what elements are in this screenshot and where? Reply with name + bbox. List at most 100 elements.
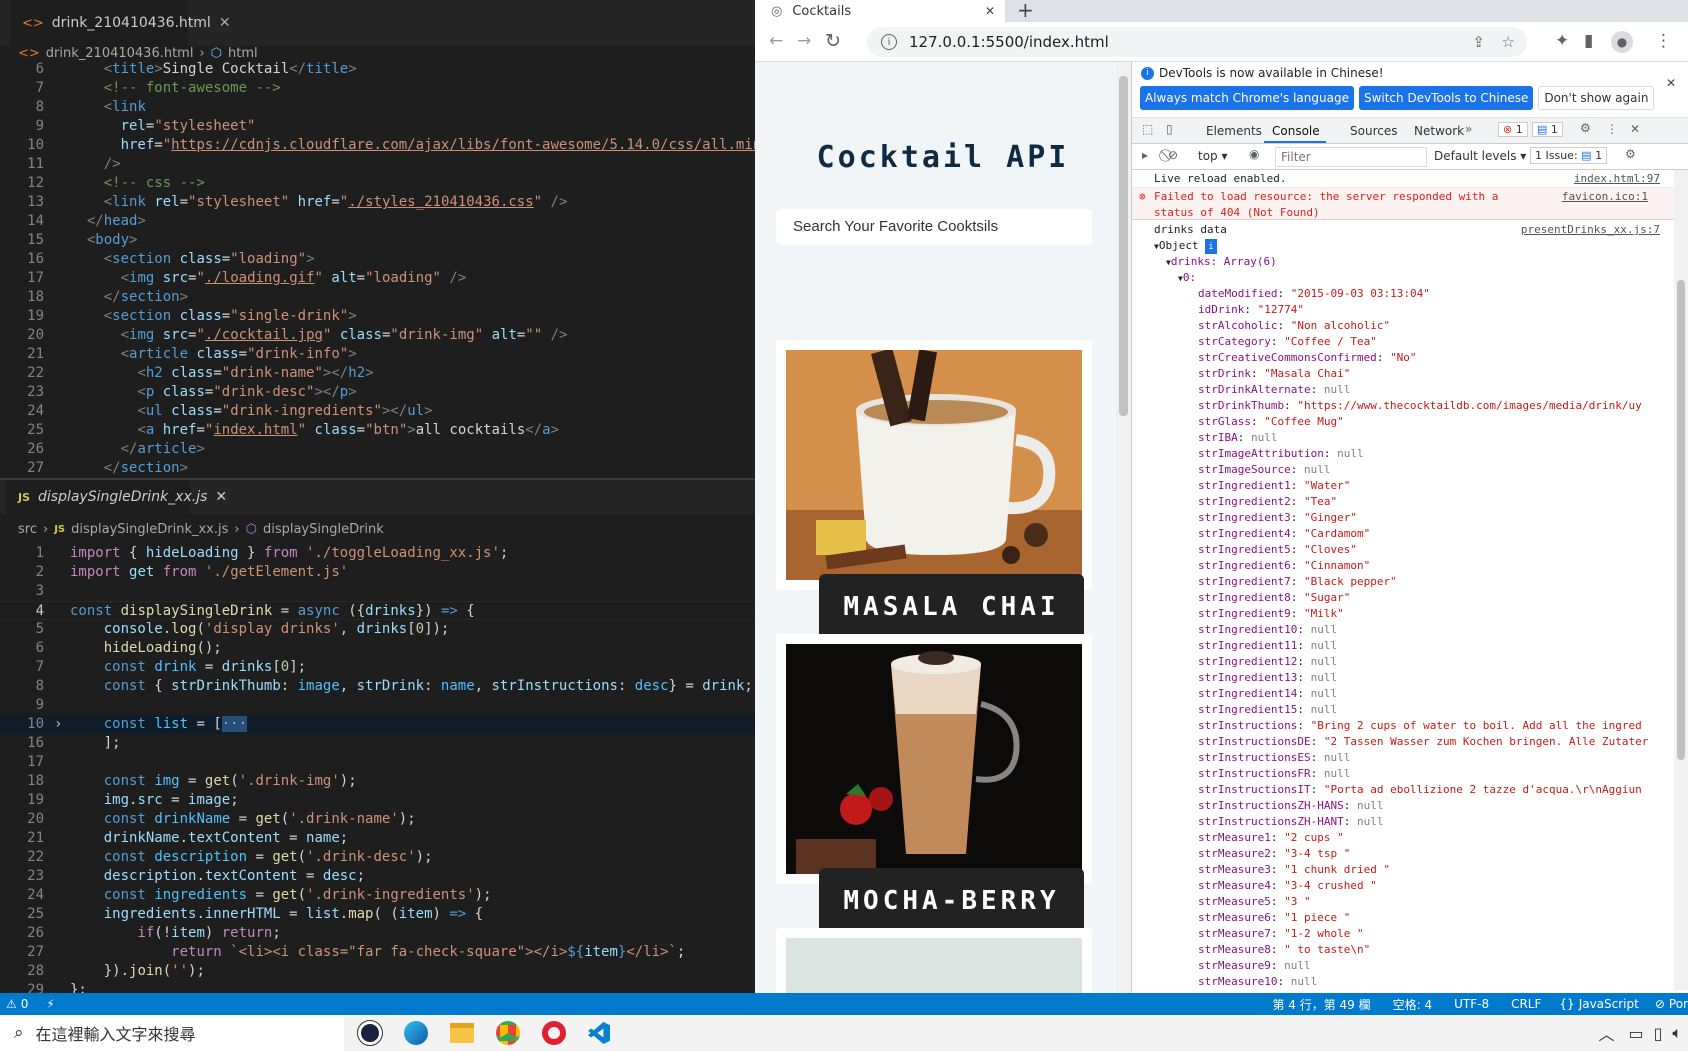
indentation[interactable]: 空格: 4: [1393, 996, 1433, 1013]
object-property[interactable]: strMeasure6: "1 piece ": [1198, 910, 1688, 926]
battery-icon[interactable]: ▯: [1654, 1024, 1663, 1043]
browser-tab[interactable]: ◎ Cocktails ✕: [755, 0, 1005, 22]
port-status[interactable]: Por: [1669, 997, 1688, 1011]
object-property[interactable]: strCreativeCommonsConfirmed: "No": [1198, 350, 1688, 366]
object-property[interactable]: strInstructionsDE: "2 Tassen Wasser zum …: [1198, 734, 1688, 750]
breadcrumb-symbol[interactable]: displaySingleDrink: [263, 522, 384, 537]
object-property[interactable]: strMeasure10: null: [1198, 974, 1688, 990]
object-property[interactable]: strIBA: null: [1198, 430, 1688, 446]
issues-button[interactable]: 1 Issue: ▤ 1: [1530, 147, 1608, 164]
info-icon[interactable]: i: [881, 34, 897, 50]
object-property[interactable]: strDrink: "Masala Chai": [1198, 366, 1688, 382]
inspect-element-icon[interactable]: ⬚: [1142, 122, 1153, 136]
drink-card[interactable]: [776, 928, 1092, 993]
object-property[interactable]: strIngredient13: null: [1198, 670, 1688, 686]
edge-icon[interactable]: [404, 1021, 428, 1045]
object-property[interactable]: strImageSource: null: [1198, 462, 1688, 478]
log-levels-select[interactable]: Default levels ▾: [1434, 149, 1526, 163]
object-property[interactable]: strIngredient10: null: [1198, 622, 1688, 638]
address-bar[interactable]: i 127.0.0.1:5500/index.html ⇪ ☆: [867, 27, 1527, 57]
breadcrumb-symbol[interactable]: html: [228, 46, 258, 61]
extensions-icon[interactable]: ✦: [1555, 31, 1569, 51]
search-input[interactable]: Search Your Favorite Cooktsils: [776, 209, 1092, 245]
clear-console-icon[interactable]: ⃠⊘: [1168, 148, 1178, 163]
breadcrumb-file[interactable]: drink_210410436.html: [46, 46, 194, 61]
drink-card[interactable]: [776, 340, 1092, 590]
object-property[interactable]: strIngredient15: null: [1198, 702, 1688, 718]
editor-tab-js[interactable]: JS displaySingleDrink_xx.js ✕: [6, 480, 227, 514]
devtools-tab-elements[interactable]: Elements: [1206, 124, 1262, 138]
console-settings-icon[interactable]: ⚙: [1625, 147, 1636, 161]
encoding[interactable]: UTF-8: [1454, 997, 1489, 1011]
object-property[interactable]: dateModified: "2015-09-03 03:13:04": [1198, 286, 1688, 302]
reload-icon[interactable]: ↻: [825, 30, 841, 52]
object-property[interactable]: strIngredient14: null: [1198, 686, 1688, 702]
object-property[interactable]: strIngredient12: null: [1198, 654, 1688, 670]
object-property[interactable]: strIngredient6: "Cinnamon": [1198, 558, 1688, 574]
object-property[interactable]: strIngredient1: "Water": [1198, 478, 1688, 494]
error-counter[interactable]: ⊗ 1: [1498, 122, 1528, 137]
log-source-link[interactable]: favicon.ico:1: [1562, 189, 1648, 205]
drink-name-label[interactable]: MOCHA-BERRY: [819, 868, 1084, 934]
close-icon[interactable]: ✕: [1630, 122, 1640, 136]
object-property[interactable]: strMeasure8: " to taste\n": [1198, 942, 1688, 958]
avatar[interactable]: ●: [1611, 31, 1633, 53]
filter-input[interactable]: Filter: [1275, 147, 1427, 167]
object-property[interactable]: idDrink: "12774": [1198, 302, 1688, 318]
object-property[interactable]: strIngredient8: "Sugar": [1198, 590, 1688, 606]
js-editor[interactable]: 1 import { hideLoading } from './toggleLo…: [0, 544, 755, 1000]
drinks-array-node[interactable]: ▼drinks: Array(6): [1132, 254, 1688, 270]
html-editor[interactable]: 6 <title>Single Cocktail</title> 7 <!-- …: [0, 60, 803, 478]
devtools-tab-console[interactable]: Console: [1272, 124, 1320, 138]
page-scrollbar[interactable]: [1116, 62, 1131, 993]
object-property[interactable]: strIngredient7: "Black pepper": [1198, 574, 1688, 590]
array-index-node[interactable]: ▼0:: [1132, 270, 1688, 286]
taskbar-search[interactable]: ⌕ 在這裡輸入文字來搜尋: [0, 1015, 344, 1051]
back-arrow-icon[interactable]: ←: [769, 31, 783, 51]
object-property[interactable]: strMeasure4: "3-4 crushed ": [1198, 878, 1688, 894]
devtools-tab-network[interactable]: Network: [1414, 124, 1464, 138]
object-property[interactable]: strGlass: "Coffee Mug": [1198, 414, 1688, 430]
task-view-icon[interactable]: [357, 1020, 383, 1046]
object-property[interactable]: strInstructionsIT: "Porta ad ebollizione…: [1198, 782, 1688, 798]
switch-language-button[interactable]: Switch DevTools to Chinese: [1358, 86, 1534, 110]
breadcrumb-folder[interactable]: src: [18, 522, 37, 537]
object-property[interactable]: strCategory: "Coffee / Tea": [1198, 334, 1688, 350]
object-node[interactable]: ▼Object i: [1132, 238, 1688, 254]
devtools-tab-sources[interactable]: Sources: [1350, 124, 1397, 138]
cursor-position[interactable]: 第 4 行，第 49 欄: [1272, 996, 1370, 1013]
object-property[interactable]: strInstructionsES: null: [1198, 750, 1688, 766]
breadcrumb-file[interactable]: displaySingleDrink_xx.js: [71, 522, 228, 537]
object-property[interactable]: strDrinkAlternate: null: [1198, 382, 1688, 398]
more-menu-icon[interactable]: ⋮: [1655, 31, 1672, 51]
object-property[interactable]: strImageAttribution: null: [1198, 446, 1688, 462]
eye-icon[interactable]: ◉: [1249, 147, 1259, 161]
object-property[interactable]: strMeasure1: "2 cups ": [1198, 830, 1688, 846]
volume-icon[interactable]: 🔈︎: [1672, 1023, 1682, 1043]
object-property[interactable]: strInstructions: "Bring 2 cups of water …: [1198, 718, 1688, 734]
object-property[interactable]: strIngredient4: "Cardamom": [1198, 526, 1688, 542]
sidebar-toggle-icon[interactable]: ▸: [1142, 148, 1148, 162]
bookmark-star-icon[interactable]: ☆: [1502, 33, 1515, 51]
more-tabs-icon[interactable]: »: [1465, 122, 1472, 136]
object-property[interactable]: strMeasure7: "1-2 whole ": [1198, 926, 1688, 942]
object-property[interactable]: strInstructionsFR: null: [1198, 766, 1688, 782]
new-tab-icon[interactable]: +: [1017, 0, 1034, 22]
network-icon[interactable]: ▭: [1628, 1024, 1643, 1043]
log-source-link[interactable]: index.html:97: [1574, 171, 1660, 187]
fold-chevron-icon[interactable]: ›: [54, 715, 62, 734]
problems-indicator[interactable]: ⚠ 0: [6, 997, 28, 1011]
log-source-link[interactable]: presentDrinks_xx.js:7: [1521, 222, 1660, 238]
close-icon[interactable]: ✕: [215, 489, 227, 505]
opera-icon[interactable]: [542, 1021, 566, 1045]
object-property[interactable]: strIngredient11: null: [1198, 638, 1688, 654]
drink-card[interactable]: [776, 634, 1092, 884]
forward-arrow-icon[interactable]: →: [797, 31, 811, 51]
file-explorer-icon[interactable]: [450, 1023, 474, 1043]
object-property[interactable]: strAlcoholic: "Non alcoholic": [1198, 318, 1688, 334]
chrome-icon[interactable]: [496, 1021, 520, 1045]
close-icon[interactable]: ✕: [1666, 76, 1676, 90]
match-language-button[interactable]: Always match Chrome's language: [1140, 86, 1354, 110]
language-mode[interactable]: JavaScript: [1579, 997, 1639, 1011]
object-property[interactable]: strMeasure3: "1 chunk dried ": [1198, 862, 1688, 878]
